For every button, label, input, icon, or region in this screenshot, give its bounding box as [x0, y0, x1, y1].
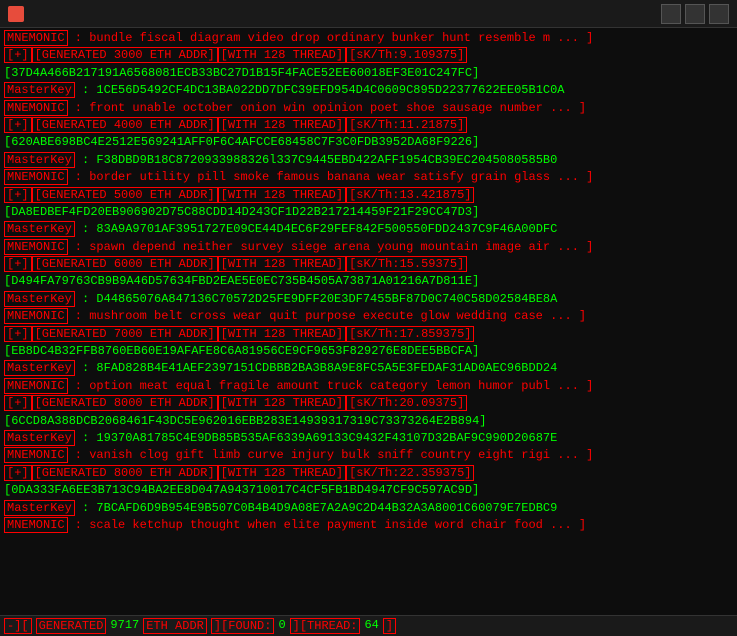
menu-button[interactable] — [685, 4, 705, 24]
generated-line: [+][GENERATED 8000 ETH ADDR][WITH 128 TH… — [0, 395, 737, 412]
titlebar — [0, 0, 737, 28]
app-icon — [8, 6, 24, 22]
address-line: [EB8DC4B32FFB8760EB60E19AFAFE8C6A81956CE… — [0, 343, 737, 360]
status-found-val: 0 — [278, 618, 285, 634]
mnemonic-line: MNEMONIC : bundle fiscal diagram video d… — [0, 30, 737, 47]
status-thread-val: 64 — [364, 618, 378, 634]
status-found-label: ][FOUND: — [211, 618, 275, 634]
masterkey-line: MasterKey : 1CE56D5492CF4DC13BA022DD7DFC… — [0, 82, 737, 99]
masterkey-line: MasterKey : 7BCAFD6D9B954E9B507C0B4B4D9A… — [0, 500, 737, 517]
mnemonic-line: MNEMONIC : option meat equal fragile amo… — [0, 378, 737, 395]
mnemonic-line: MNEMONIC : scale ketchup thought when el… — [0, 517, 737, 534]
address-line: [6CCD8A388DCB2068461F43DC5E962016EBB283E… — [0, 413, 737, 430]
generated-line: [+][GENERATED 5000 ETH ADDR][WITH 128 TH… — [0, 187, 737, 204]
status-generated: GENERATED — [36, 618, 107, 634]
address-line: [0DA333FA6EE3B713C94BA2EE8D047A943710017… — [0, 482, 737, 499]
masterkey-line: MasterKey : 19370A81785C4E9DB85B535AF633… — [0, 430, 737, 447]
status-thread-label: ][THREAD: — [290, 618, 361, 634]
mnemonic-line: MNEMONIC : front unable october onion wi… — [0, 100, 737, 117]
masterkey-line: MasterKey : D44865076A847136C70572D25FE9… — [0, 291, 737, 308]
status-eth: ETH ADDR — [143, 618, 207, 634]
masterkey-line: MasterKey : F38DBD9B18C8720933988326l337… — [0, 152, 737, 169]
address-line: [D494FA79763CB9B9A46D57634FBD2EAE5E0EC73… — [0, 273, 737, 290]
masterkey-line: MasterKey : 83A9A9701AF3951727E09CE44D4E… — [0, 221, 737, 238]
generated-line: [+][GENERATED 3000 ETH ADDR][WITH 128 TH… — [0, 47, 737, 64]
mnemonic-line: MNEMONIC : vanish clog gift limb curve i… — [0, 447, 737, 464]
generated-line: [+][GENERATED 4000 ETH ADDR][WITH 128 TH… — [0, 117, 737, 134]
address-line: [620ABE698BC4E2512E569241AFF0F6C4AFCCE68… — [0, 134, 737, 151]
mnemonic-line: MNEMONIC : border utility pill smoke fam… — [0, 169, 737, 186]
status-scan-num: 9717 — [110, 618, 139, 634]
status-end: ] — [383, 618, 396, 634]
status-bar: -][ GENERATED 9717 ETH ADDR ][FOUND:0 ][T… — [0, 615, 737, 636]
titlebar-controls — [661, 4, 729, 24]
app-window: MNEMONIC : bundle fiscal diagram video d… — [0, 0, 737, 636]
generated-line: [+][GENERATED 6000 ETH ADDR][WITH 128 TH… — [0, 256, 737, 273]
close-button[interactable] — [709, 4, 729, 24]
terminal-content: MNEMONIC : bundle fiscal diagram video d… — [0, 28, 737, 615]
masterkey-line: MasterKey : 8FAD828B4E41AEF2397151CDBBB2… — [0, 360, 737, 377]
mnemonic-line: MNEMONIC : mushroom belt cross wear quit… — [0, 308, 737, 325]
mnemonic-line: MNEMONIC : spawn depend neither survey s… — [0, 239, 737, 256]
address-line: [37D4A466B217191A6568081ECB33BC27D1B15F4… — [0, 65, 737, 82]
generated-line: [+][GENERATED 7000 ETH ADDR][WITH 128 TH… — [0, 326, 737, 343]
generated-line: [+][GENERATED 8000 ETH ADDR][WITH 128 TH… — [0, 465, 737, 482]
new-tab-button[interactable] — [661, 4, 681, 24]
status-minus: -][ — [4, 618, 32, 634]
address-line: [DA8EDBEF4FD20EB906902D75C88CDD14D243CF1… — [0, 204, 737, 221]
